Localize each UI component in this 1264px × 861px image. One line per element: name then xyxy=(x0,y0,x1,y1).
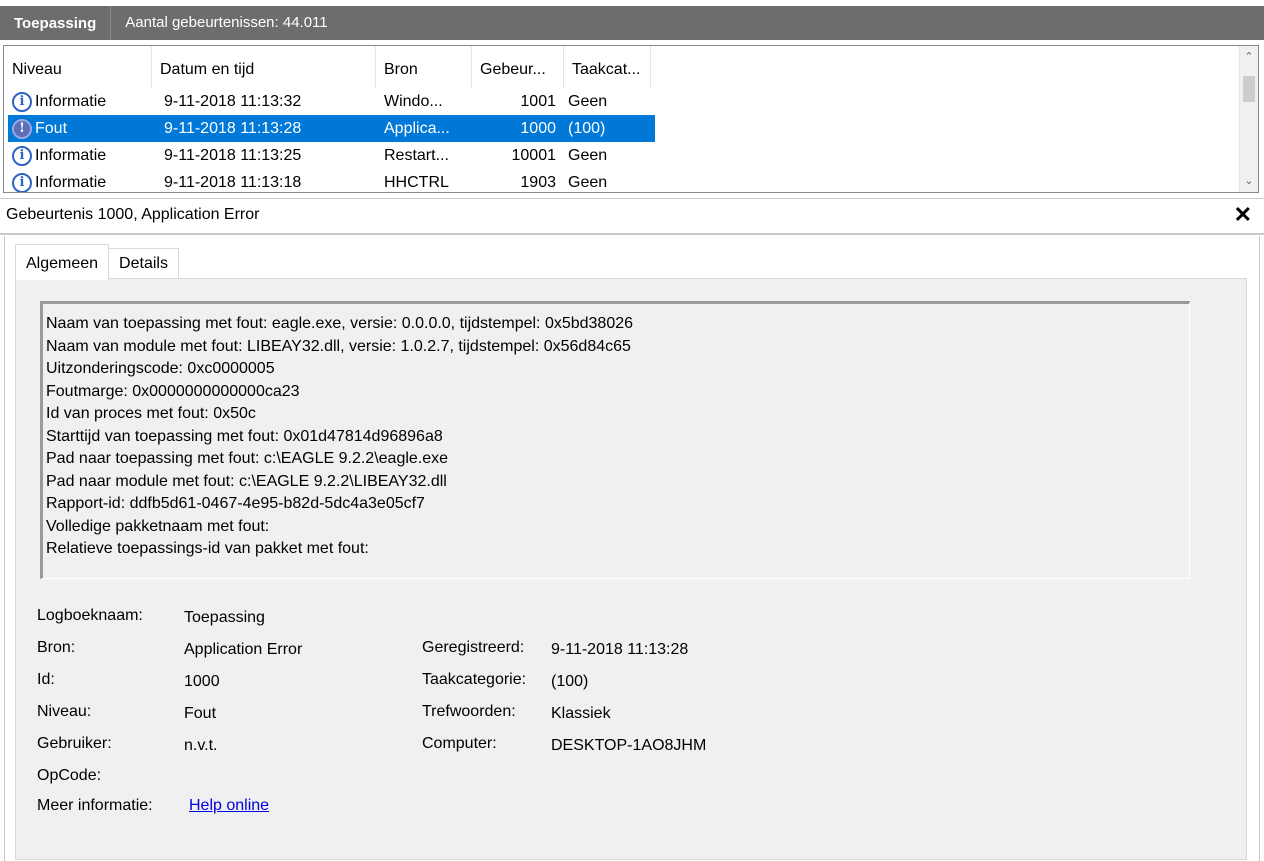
description-line: Starttijd van toepassing met fout: 0x01d… xyxy=(46,427,443,445)
details-title: Gebeurtenis 1000, Application Error xyxy=(6,206,260,223)
event-description[interactable]: Naam van toepassing met fout: eagle.exe,… xyxy=(40,301,1190,579)
label-id: Id: xyxy=(37,671,55,688)
event-count: Aantal gebeurtenissen: 44.011 xyxy=(110,6,328,40)
value-log-name: Toepassing xyxy=(184,609,265,626)
event-datetime: 9-11-2018 11:13:25 xyxy=(164,146,302,164)
event-source: Restart... xyxy=(384,146,449,164)
description-line: Pad naar toepassing met fout: c:\EAGLE 9… xyxy=(46,450,449,467)
label-log-name: Logboeknaam: xyxy=(37,607,143,624)
label-keywords: Trefwoorden: xyxy=(422,703,516,720)
description-line: Uitzonderingscode: 0xc0000005 xyxy=(46,360,275,377)
details-header: Gebeurtenis 1000, Application Error ✕ xyxy=(0,198,1264,235)
description-line: Volledige pakketnaam met fout: xyxy=(46,517,270,535)
event-id: 10001 xyxy=(511,146,557,164)
label-more-info: Meer informatie: xyxy=(37,797,153,814)
event-id: 1001 xyxy=(520,92,556,110)
event-task: (100) xyxy=(568,119,606,137)
label-user: Gebruiker: xyxy=(37,735,112,752)
tab-details[interactable]: Details xyxy=(109,248,179,278)
label-computer: Computer: xyxy=(422,735,497,752)
column-header-task[interactable]: Taakcat... xyxy=(564,46,651,88)
help-online-link[interactable]: Help online xyxy=(189,797,269,815)
event-row-selected[interactable]: ! Fout 9-11-2018 11:13:28 Applica... 1000… xyxy=(8,115,655,142)
close-icon[interactable]: ✕ xyxy=(1234,202,1252,228)
scroll-up-icon[interactable]: ⌃ xyxy=(1240,46,1258,68)
column-header-event-id[interactable]: Gebeur... xyxy=(472,46,564,88)
event-level: Fout xyxy=(35,119,68,137)
log-name: Toepassing xyxy=(14,14,97,32)
event-source: Windo... xyxy=(384,92,443,110)
tab-general[interactable]: Algemeen xyxy=(15,244,110,280)
event-source: HHCTRL xyxy=(384,173,449,191)
description-line: Naam van toepassing met fout: eagle.exe,… xyxy=(46,315,634,332)
event-row[interactable]: i Informatie 9-11-2018 11:13:25 Restart..… xyxy=(8,142,655,169)
event-datetime: 9-11-2018 11:13:32 xyxy=(164,92,302,110)
error-icon: ! xyxy=(12,118,32,139)
log-header: Toepassing Aantal gebeurtenissen: 44.011 xyxy=(0,6,1264,40)
tab-content: Naam van toepassing met fout: eagle.exe,… xyxy=(15,278,1247,860)
label-opcode: OpCode: xyxy=(37,767,102,784)
column-header-datetime[interactable]: Datum en tijd xyxy=(152,46,376,88)
event-id: 1903 xyxy=(520,173,556,191)
value-computer: DESKTOP-1AO8JHM xyxy=(551,737,707,754)
value-id: 1000 xyxy=(184,673,220,690)
value-level: Fout xyxy=(184,705,217,722)
value-user: n.v.t. xyxy=(184,737,218,754)
event-row[interactable]: i Informatie 9-11-2018 11:13:18 HHCTRL 19… xyxy=(8,169,655,192)
event-id: 1000 xyxy=(520,119,556,137)
label-level: Niveau: xyxy=(37,703,92,720)
event-level: Informatie xyxy=(35,146,107,164)
scroll-thumb[interactable] xyxy=(1243,76,1255,102)
event-task: Geen xyxy=(568,173,608,191)
description-line: Relatieve toepassings-id van pakket met … xyxy=(46,540,369,557)
event-level: Informatie xyxy=(35,92,107,110)
scroll-down-icon[interactable]: ⌄ xyxy=(1240,170,1258,192)
details-pane: Algemeen Details Naam van toepassing met… xyxy=(4,236,1260,861)
description-line: Pad naar module met fout: c:\EAGLE 9.2.2… xyxy=(46,472,447,490)
info-icon: i xyxy=(12,145,32,166)
label-source: Bron: xyxy=(37,639,76,656)
event-datetime: 9-11-2018 11:13:28 xyxy=(164,119,302,137)
value-logged: 9-11-2018 11:13:28 xyxy=(551,641,689,658)
list-header: Niveau Datum en tijd Bron Gebeur... Taak… xyxy=(4,46,651,88)
description-line: Naam van module met fout: LIBEAY32.dll, … xyxy=(46,337,631,355)
column-header-level[interactable]: Niveau xyxy=(4,46,152,88)
events-list[interactable]: Niveau Datum en tijd Bron Gebeur... Taak… xyxy=(3,45,1259,193)
info-icon: i xyxy=(12,172,32,192)
label-task-category: Taakcategorie: xyxy=(422,671,527,688)
description-line: Foutmarge: 0x0000000000000ca23 xyxy=(46,382,300,400)
event-task: Geen xyxy=(568,146,608,164)
event-datetime: 9-11-2018 11:13:18 xyxy=(164,173,302,191)
value-task-category: (100) xyxy=(551,673,589,690)
description-line: Rapport-id: ddfb5d61-0467-4e95-b82d-5dc4… xyxy=(46,495,425,512)
event-level: Informatie xyxy=(35,173,107,191)
event-task: Geen xyxy=(568,92,608,110)
list-scrollbar[interactable]: ⌃ ⌄ xyxy=(1239,46,1258,192)
event-source: Applica... xyxy=(384,119,450,137)
info-icon: i xyxy=(12,91,32,112)
event-row[interactable]: i Informatie 9-11-2018 11:13:32 Windo... … xyxy=(8,88,655,115)
value-source: Application Error xyxy=(184,641,303,658)
value-keywords: Klassiek xyxy=(551,705,611,722)
column-header-source[interactable]: Bron xyxy=(376,46,472,88)
description-line: Id van proces met fout: 0x50c xyxy=(46,405,256,422)
label-logged: Geregistreerd: xyxy=(422,639,525,656)
details-tabs: Algemeen Details xyxy=(15,244,179,280)
